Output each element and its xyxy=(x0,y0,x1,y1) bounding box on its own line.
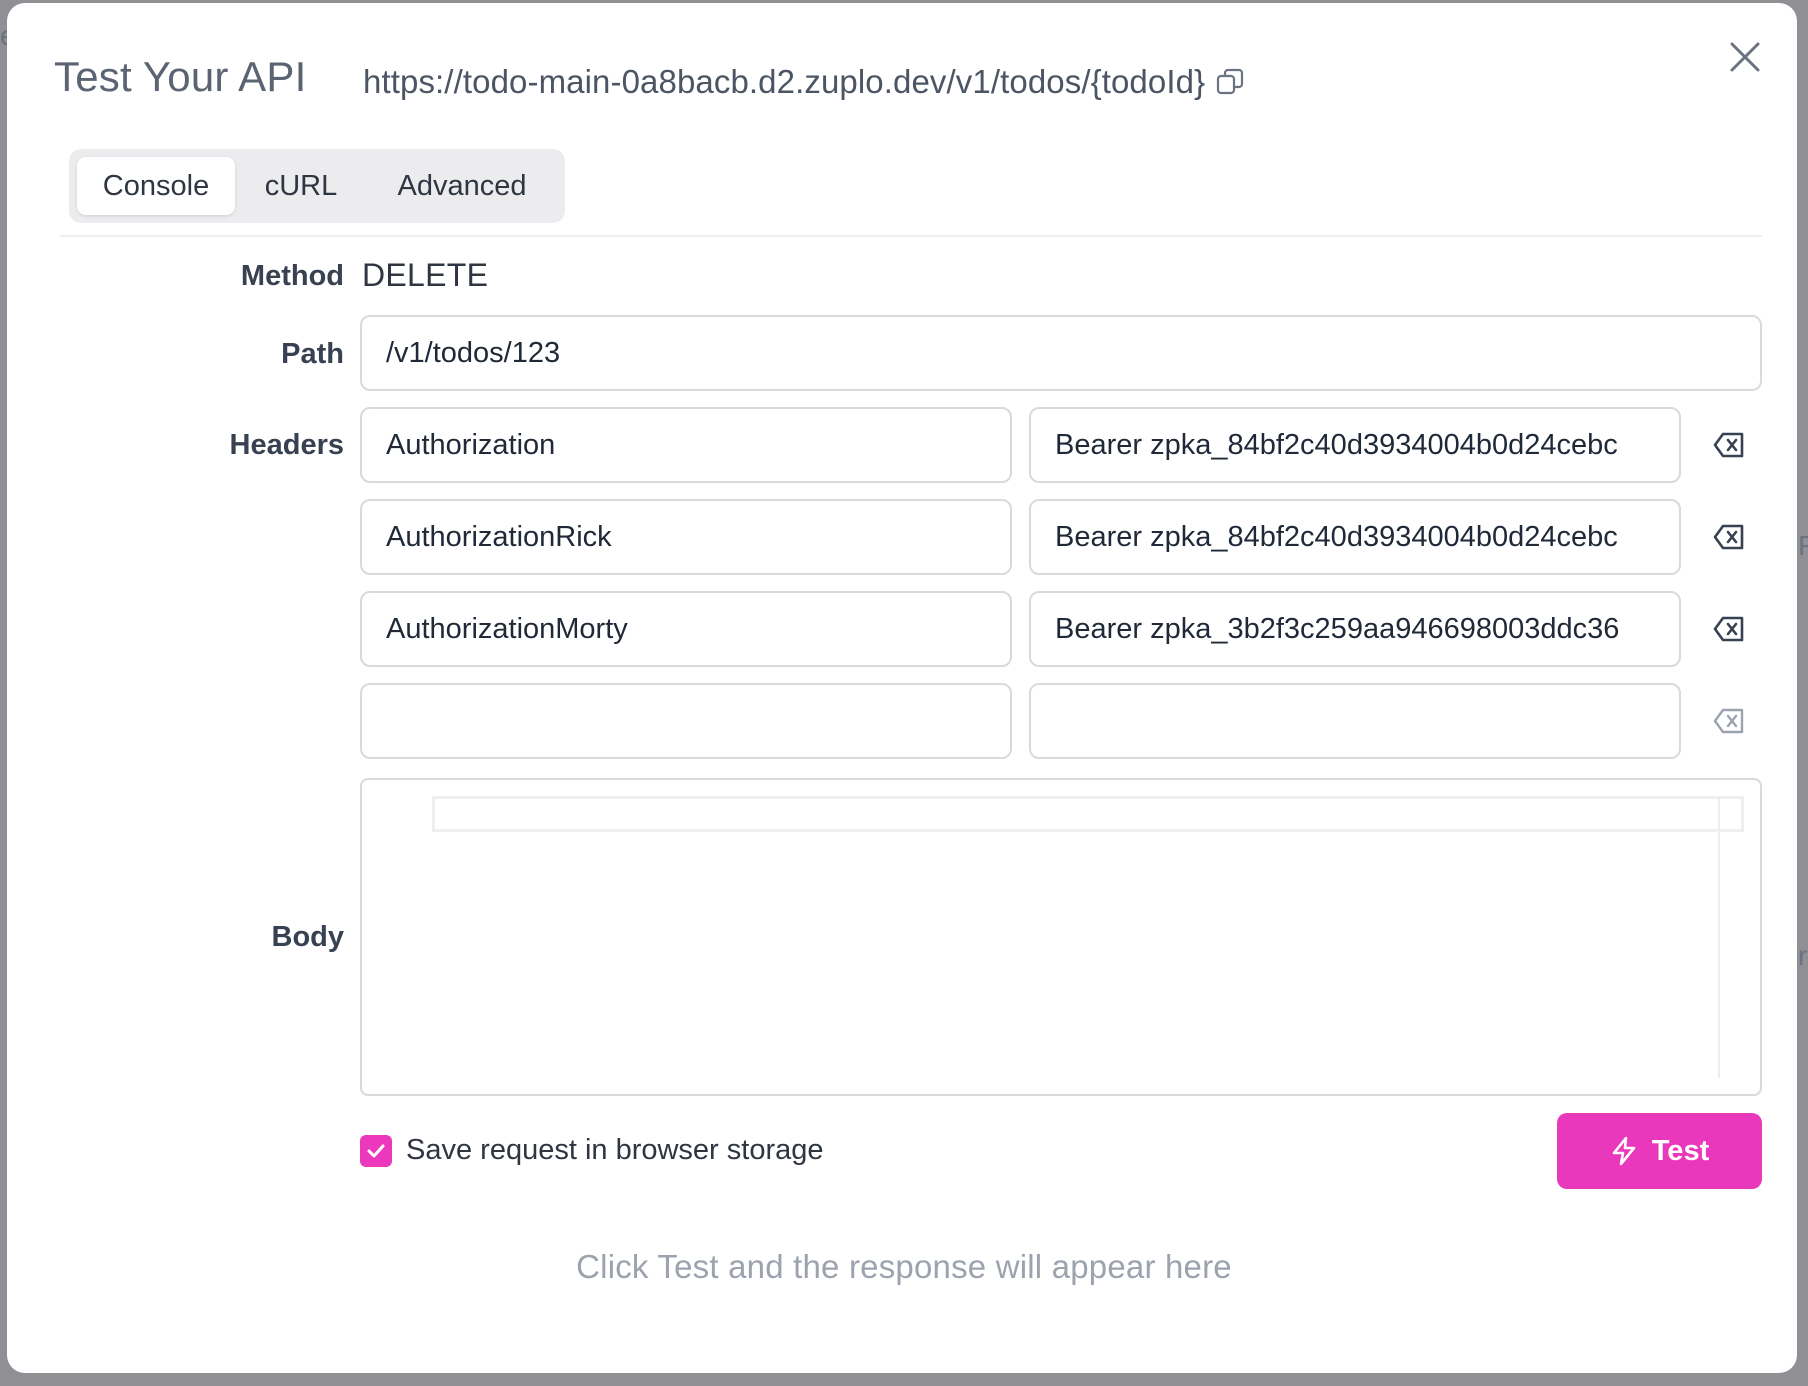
header-name-input[interactable] xyxy=(360,591,1012,667)
tab-curl[interactable]: cURL xyxy=(235,157,367,215)
method-value: DELETE xyxy=(362,257,489,293)
endpoint-url: https://todo-main-0a8bacb.d2.zuplo.dev/v… xyxy=(363,63,1206,100)
test-button[interactable]: Test xyxy=(1557,1113,1762,1189)
close-icon xyxy=(1728,40,1762,79)
editor-current-line xyxy=(432,796,1744,832)
backspace-delete-icon xyxy=(1713,616,1745,647)
save-request-toggle[interactable]: Save request in browser storage xyxy=(360,1134,824,1167)
body-editor[interactable] xyxy=(360,778,1762,1096)
test-api-modal: Test Your API https://todo-main-0a8bacb.… xyxy=(7,3,1797,1373)
header-name-input[interactable] xyxy=(360,683,1012,759)
backspace-delete-icon xyxy=(1713,524,1745,555)
lightning-bolt-icon xyxy=(1610,1136,1638,1166)
header-value-input[interactable] xyxy=(1029,591,1681,667)
endpoint-url-row: https://todo-main-0a8bacb.d2.zuplo.dev/v… xyxy=(363,63,1245,101)
test-button-label: Test xyxy=(1651,1134,1710,1167)
tab-console[interactable]: Console xyxy=(77,157,235,215)
path-label: Path xyxy=(281,338,344,370)
remove-header-button[interactable] xyxy=(1709,427,1749,467)
method-label: Method xyxy=(240,260,344,292)
path-input[interactable] xyxy=(360,315,1762,391)
editor-scrollbar[interactable] xyxy=(1718,796,1720,1078)
tab-advanced[interactable]: Advanced xyxy=(367,157,557,215)
response-placeholder: Click Test and the response will appear … xyxy=(576,1248,1232,1285)
headers-label: Headers xyxy=(229,429,344,461)
backspace-delete-icon xyxy=(1713,708,1745,739)
remove-header-button[interactable] xyxy=(1709,519,1749,559)
header-value-input[interactable] xyxy=(1029,683,1681,759)
check-icon xyxy=(367,1144,385,1157)
remove-header-button[interactable] xyxy=(1709,611,1749,651)
save-request-checkbox[interactable] xyxy=(360,1134,392,1167)
header-value-input[interactable] xyxy=(1029,499,1681,575)
background-glyph: r xyxy=(1798,940,1808,971)
header-value-input[interactable] xyxy=(1029,407,1681,483)
background-glyph: F xyxy=(1798,530,1808,561)
mode-tabs: Console cURL Advanced xyxy=(69,149,565,223)
close-button[interactable] xyxy=(1725,39,1765,79)
body-label: Body xyxy=(271,921,345,953)
remove-header-button[interactable] xyxy=(1709,703,1749,743)
save-request-label: Save request in browser storage xyxy=(406,1134,824,1166)
backspace-delete-icon xyxy=(1713,432,1745,463)
tabs-divider xyxy=(60,235,1762,237)
header-name-input[interactable] xyxy=(360,407,1012,483)
modal-title: Test Your API xyxy=(54,53,307,100)
header-name-input[interactable] xyxy=(360,499,1012,575)
copy-icon[interactable] xyxy=(1215,67,1245,97)
